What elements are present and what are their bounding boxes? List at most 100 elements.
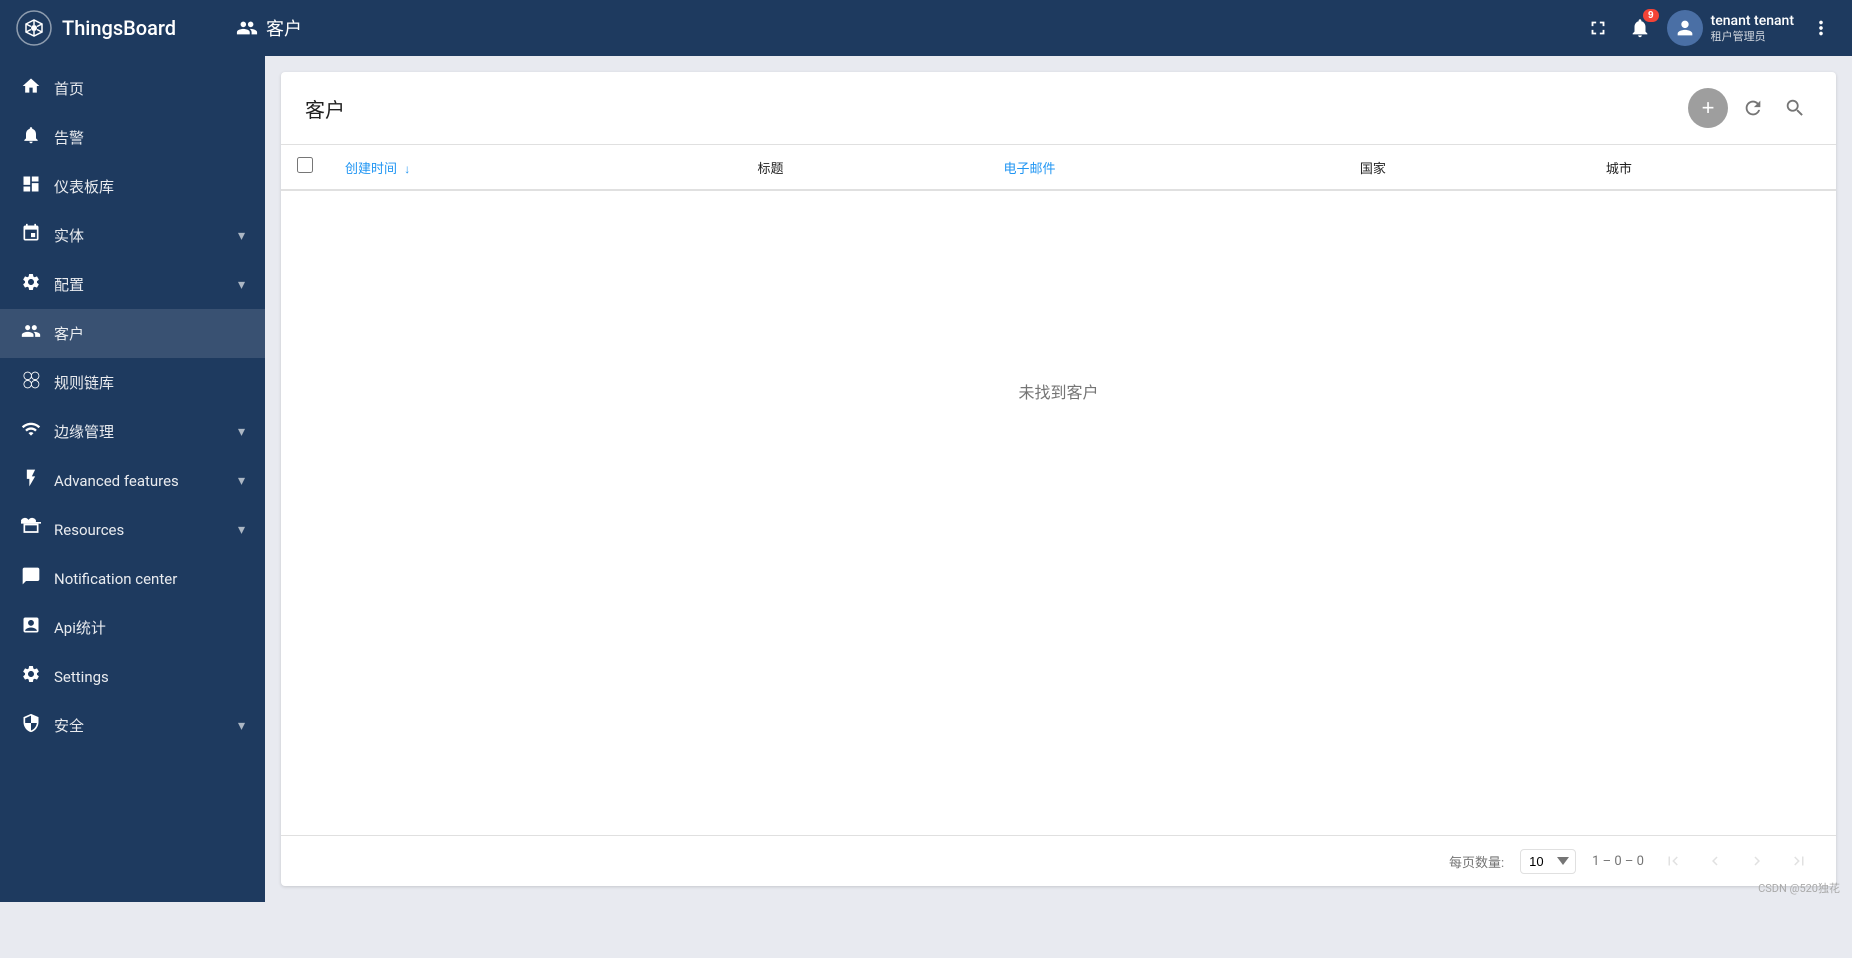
sidebar-item-edge-management[interactable]: 边缘管理 ▾ bbox=[0, 407, 265, 456]
notifications-button[interactable]: 9 bbox=[1625, 13, 1655, 43]
first-page-icon bbox=[1664, 852, 1682, 870]
navbar-right: 9 tenant tenant 租户管理员 bbox=[1583, 10, 1836, 46]
alarm-icon bbox=[20, 125, 42, 150]
more-menu-button[interactable] bbox=[1806, 13, 1836, 43]
sidebar-item-config[interactable]: 配置 ▾ bbox=[0, 260, 265, 309]
email-column-header: 电子邮件 bbox=[988, 145, 1344, 190]
advanced-arrow-icon: ▾ bbox=[238, 473, 245, 489]
card-actions: + bbox=[1688, 88, 1812, 128]
edge-icon bbox=[20, 419, 42, 444]
sidebar-item-alarms[interactable]: 告警 bbox=[0, 113, 265, 162]
security-arrow-icon: ▾ bbox=[238, 718, 245, 734]
per-page-label: 每页数量: bbox=[1449, 852, 1504, 871]
page-info: 1 – 0 – 0 bbox=[1592, 854, 1644, 869]
add-customer-button[interactable]: + bbox=[1688, 88, 1728, 128]
sidebar-item-resources[interactable]: Resources ▾ bbox=[0, 505, 265, 554]
prev-page-button[interactable] bbox=[1702, 848, 1728, 874]
resources-icon bbox=[20, 517, 42, 542]
sidebar-customers-label: 客户 bbox=[54, 323, 245, 344]
app-layout: 首页 告警 仪表板库 实体 ▾ 配置 ▾ bbox=[0, 56, 1852, 902]
fullscreen-button[interactable] bbox=[1583, 13, 1613, 43]
settings-icon bbox=[20, 664, 42, 689]
page-title: 客户 bbox=[266, 15, 302, 41]
content-title: 客户 bbox=[305, 94, 345, 123]
sidebar-item-api-stats[interactable]: Api统计 bbox=[0, 603, 265, 652]
sidebar-advanced-label: Advanced features bbox=[54, 472, 226, 490]
select-all-checkbox[interactable] bbox=[297, 157, 313, 173]
sidebar-item-security[interactable]: 安全 ▾ bbox=[0, 701, 265, 750]
avatar-icon bbox=[1674, 17, 1696, 39]
sidebar-resources-label: Resources bbox=[54, 521, 226, 539]
page-title-area: 客户 bbox=[236, 15, 1583, 41]
sidebar-api-label: Api统计 bbox=[54, 617, 245, 638]
chevron-right-icon bbox=[1748, 852, 1766, 870]
brand-logo[interactable]: ThingsBoard bbox=[16, 10, 236, 46]
chevron-left-icon bbox=[1706, 852, 1724, 870]
api-icon bbox=[20, 615, 42, 640]
sidebar-item-settings[interactable]: Settings bbox=[0, 652, 265, 701]
sidebar-dashboards-label: 仪表板库 bbox=[54, 176, 245, 197]
email-label: 电子邮件 bbox=[1004, 162, 1056, 177]
first-page-button[interactable] bbox=[1660, 848, 1686, 874]
customers-table: 创建时间 ↓ 标题 电子邮件 国家 bbox=[281, 145, 1836, 191]
created-time-column-header[interactable]: 创建时间 ↓ bbox=[329, 145, 741, 190]
search-button[interactable] bbox=[1778, 91, 1812, 125]
entities-icon bbox=[20, 223, 42, 248]
thingsboard-logo-icon bbox=[16, 10, 52, 46]
sidebar-item-entities[interactable]: 实体 ▾ bbox=[0, 211, 265, 260]
sidebar-item-advanced-features[interactable]: Advanced features ▾ bbox=[0, 456, 265, 505]
sidebar-item-home[interactable]: 首页 bbox=[0, 64, 265, 113]
more-vert-icon bbox=[1810, 17, 1832, 39]
user-profile[interactable]: tenant tenant 租户管理员 bbox=[1667, 10, 1794, 46]
sidebar-config-label: 配置 bbox=[54, 274, 226, 295]
card-footer: 每页数量: 10 25 50 100 1 – 0 – 0 bbox=[281, 835, 1836, 886]
table-container: 创建时间 ↓ 标题 电子邮件 国家 bbox=[281, 145, 1836, 835]
sidebar: 首页 告警 仪表板库 实体 ▾ 配置 ▾ bbox=[0, 56, 265, 902]
customers-nav-icon bbox=[236, 17, 258, 39]
sort-down-icon: ↓ bbox=[404, 162, 410, 176]
user-details: tenant tenant 租户管理员 bbox=[1711, 13, 1794, 43]
city-column-header: 城市 bbox=[1590, 145, 1836, 190]
refresh-button[interactable] bbox=[1736, 91, 1770, 125]
sidebar-item-notification-center[interactable]: Notification center bbox=[0, 554, 265, 603]
edge-arrow-icon: ▾ bbox=[238, 424, 245, 440]
sidebar-item-customers[interactable]: 客户 bbox=[0, 309, 265, 358]
advanced-icon bbox=[20, 468, 42, 493]
empty-message: 未找到客户 bbox=[1018, 379, 1098, 403]
sidebar-item-rule-chains[interactable]: 规则链库 bbox=[0, 358, 265, 407]
empty-state: 未找到客户 bbox=[281, 191, 1836, 591]
country-column-header: 国家 bbox=[1344, 145, 1590, 190]
rule-chains-icon bbox=[20, 370, 42, 395]
notification-badge: 9 bbox=[1643, 9, 1659, 22]
sidebar-home-label: 首页 bbox=[54, 78, 245, 99]
sidebar-entities-label: 实体 bbox=[54, 225, 226, 246]
sidebar-security-label: 安全 bbox=[54, 715, 226, 736]
brand-name: ThingsBoard bbox=[62, 16, 176, 40]
city-label: 城市 bbox=[1606, 162, 1632, 177]
last-page-button[interactable] bbox=[1786, 848, 1812, 874]
refresh-icon bbox=[1742, 97, 1764, 119]
entities-arrow-icon: ▾ bbox=[238, 228, 245, 244]
sidebar-notification-label: Notification center bbox=[54, 570, 245, 588]
config-icon bbox=[20, 272, 42, 297]
content-card: 客户 + bbox=[281, 72, 1836, 886]
sidebar-alarms-label: 告警 bbox=[54, 127, 245, 148]
dashboard-icon bbox=[20, 174, 42, 199]
main-content: 客户 + bbox=[265, 56, 1852, 902]
title-column-header: 标题 bbox=[741, 145, 987, 190]
sidebar-settings-label: Settings bbox=[54, 668, 245, 686]
last-page-icon bbox=[1790, 852, 1808, 870]
fullscreen-icon bbox=[1587, 17, 1609, 39]
user-name: tenant tenant bbox=[1711, 13, 1794, 30]
search-icon bbox=[1784, 97, 1806, 119]
select-all-column bbox=[281, 145, 329, 190]
customers-icon bbox=[20, 321, 42, 346]
card-header: 客户 + bbox=[281, 72, 1836, 145]
per-page-select[interactable]: 10 25 50 100 bbox=[1520, 849, 1576, 874]
sidebar-edge-label: 边缘管理 bbox=[54, 421, 226, 442]
sidebar-item-dashboards[interactable]: 仪表板库 bbox=[0, 162, 265, 211]
created-time-label: 创建时间 bbox=[345, 162, 397, 177]
next-page-button[interactable] bbox=[1744, 848, 1770, 874]
sidebar-rule-chains-label: 规则链库 bbox=[54, 372, 245, 393]
notification-center-icon bbox=[20, 566, 42, 591]
